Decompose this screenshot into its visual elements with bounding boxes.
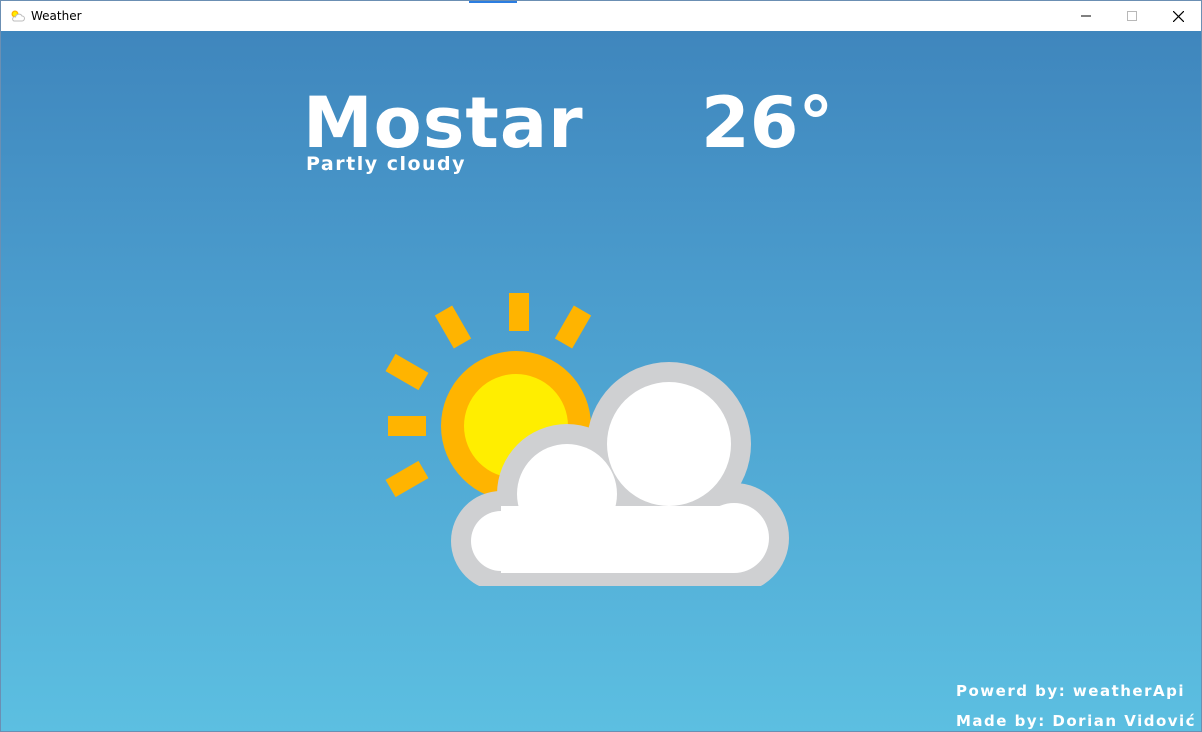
window-title: Weather (31, 9, 82, 23)
temperature: 26° (701, 82, 834, 164)
app-window: Weather Mostar Partly cloudy 26° Powerd … (0, 0, 1202, 732)
maximize-icon (1127, 11, 1137, 21)
partly-cloudy-icon (385, 293, 789, 586)
powered-by-text: Powerd by: weatherApi (956, 682, 1185, 700)
made-by-text: Made by: Dorian Vidović (956, 712, 1197, 730)
minimize-button[interactable] (1063, 1, 1109, 31)
partly-cloudy-icon (11, 10, 25, 22)
city-name: Mostar (303, 82, 584, 164)
maximize-button[interactable] (1109, 1, 1155, 31)
close-icon (1172, 10, 1184, 22)
close-button[interactable] (1155, 1, 1201, 31)
condition-text: Partly cloudy (306, 153, 467, 175)
title-bar-accent (469, 1, 517, 3)
minimize-icon (1081, 15, 1091, 17)
window-controls (1063, 1, 1201, 31)
weather-panel: Mostar Partly cloudy 26° Powerd by: weat… (1, 31, 1201, 731)
title-bar[interactable]: Weather (1, 1, 1201, 31)
